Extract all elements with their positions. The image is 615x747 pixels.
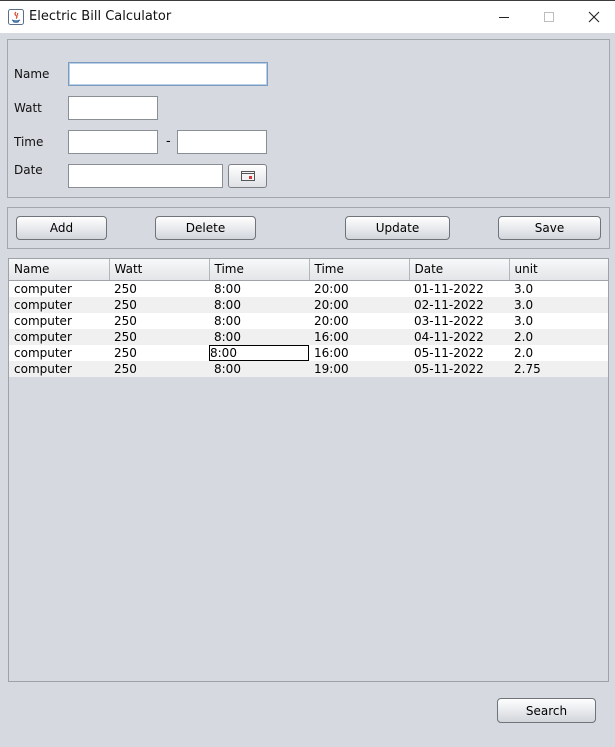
update-button[interactable]: Update bbox=[345, 216, 450, 240]
column-header-watt[interactable]: Watt bbox=[109, 259, 210, 281]
table-cell[interactable]: 20:00 bbox=[309, 280, 409, 297]
date-picker-button[interactable] bbox=[228, 164, 267, 188]
table-row[interactable]: computer 250 8:00 16:00 04-11-2022 2.0 bbox=[9, 328, 608, 345]
save-button[interactable]: Save bbox=[498, 216, 601, 240]
table-cell[interactable]: 3.0 bbox=[509, 280, 608, 297]
table-cell[interactable]: 8:00 bbox=[209, 328, 309, 345]
column-header-date[interactable]: Date bbox=[409, 259, 510, 281]
records-table[interactable]: Name Watt Time Time Date unit computer 2… bbox=[9, 259, 608, 377]
close-button[interactable] bbox=[571, 1, 615, 33]
records-table-scrollpane[interactable]: Name Watt Time Time Date unit computer 2… bbox=[8, 258, 609, 682]
column-header-name[interactable]: Name bbox=[9, 259, 110, 281]
table-cell[interactable]: 250 bbox=[109, 360, 209, 377]
table-cell[interactable]: 20:00 bbox=[309, 296, 409, 313]
table-cell[interactable]: 8:00 bbox=[209, 312, 309, 329]
table-cell[interactable]: 8:00 bbox=[209, 296, 309, 313]
column-header-time-start[interactable]: Time bbox=[209, 259, 310, 281]
time-end-input[interactable] bbox=[177, 130, 267, 154]
date-input[interactable] bbox=[68, 164, 223, 188]
table-cell[interactable]: 05-11-2022 bbox=[409, 344, 509, 361]
table-cell[interactable]: 02-11-2022 bbox=[409, 296, 509, 313]
table-cell[interactable]: computer bbox=[9, 280, 109, 297]
name-label: Name bbox=[14, 67, 50, 81]
table-cell[interactable]: 03-11-2022 bbox=[409, 312, 509, 329]
time-separator: - bbox=[166, 134, 171, 149]
table-cell[interactable]: 8:00 bbox=[209, 280, 309, 297]
table-cell[interactable]: 250 bbox=[109, 344, 209, 361]
table-cell[interactable]: computer bbox=[9, 312, 109, 329]
table-cell[interactable]: 01-11-2022 bbox=[409, 280, 509, 297]
table-cell[interactable]: 8:00 bbox=[209, 360, 309, 377]
maximize-icon bbox=[543, 12, 554, 22]
table-cell[interactable]: 16:00 bbox=[309, 328, 409, 345]
table-cell[interactable]: 2.0 bbox=[509, 328, 608, 345]
date-label: Date bbox=[14, 163, 43, 177]
table-row[interactable]: computer 250 8:00 20:00 01-11-2022 3.0 bbox=[9, 280, 608, 297]
table-cell[interactable]: computer bbox=[9, 360, 109, 377]
name-input[interactable] bbox=[68, 62, 268, 86]
watt-input[interactable] bbox=[68, 96, 158, 120]
table-header-row: Name Watt Time Time Date unit bbox=[9, 259, 608, 281]
table-cell[interactable]: computer bbox=[9, 328, 109, 345]
close-icon bbox=[588, 11, 599, 23]
table-cell[interactable]: 04-11-2022 bbox=[409, 328, 509, 345]
time-label: Time bbox=[14, 135, 44, 149]
title-bar: Electric Bill Calculator bbox=[0, 0, 615, 33]
maximize-button[interactable] bbox=[526, 1, 571, 33]
watt-label: Watt bbox=[14, 101, 42, 115]
table-cell-editing[interactable]: 8:00 bbox=[209, 344, 309, 361]
add-button[interactable]: Add bbox=[16, 216, 107, 240]
calendar-icon bbox=[240, 171, 255, 181]
table-cell[interactable]: 250 bbox=[109, 328, 209, 345]
window-title: Electric Bill Calculator bbox=[29, 9, 172, 24]
table-cell[interactable]: 2.0 bbox=[509, 344, 608, 361]
delete-button[interactable]: Delete bbox=[155, 216, 256, 240]
column-header-time-end[interactable]: Time bbox=[309, 259, 410, 281]
table-cell[interactable]: 05-11-2022 bbox=[409, 360, 509, 377]
table-cell[interactable]: 3.0 bbox=[509, 312, 608, 329]
table-cell[interactable]: 250 bbox=[109, 280, 209, 297]
table-cell[interactable]: 19:00 bbox=[309, 360, 409, 377]
search-button[interactable]: Search bbox=[497, 698, 596, 723]
input-form-panel: Name Watt Time - Date bbox=[7, 39, 610, 198]
time-start-input[interactable] bbox=[68, 130, 158, 154]
table-cell[interactable]: 2.75 bbox=[509, 360, 608, 377]
java-icon bbox=[8, 9, 24, 25]
minimize-button[interactable] bbox=[481, 1, 526, 33]
column-header-unit[interactable]: unit bbox=[509, 259, 608, 281]
table-cell[interactable]: computer bbox=[9, 296, 109, 313]
table-row[interactable]: computer 250 8:00 19:00 05-11-2022 2.75 bbox=[9, 360, 608, 377]
table-row[interactable]: computer 250 8:00 20:00 02-11-2022 3.0 bbox=[9, 296, 608, 313]
table-cell[interactable]: 250 bbox=[109, 312, 209, 329]
table-row[interactable]: computer 250 8:00 20:00 03-11-2022 3.0 bbox=[9, 312, 608, 329]
table-cell[interactable]: computer bbox=[9, 344, 109, 361]
minimize-icon bbox=[498, 17, 509, 18]
table-cell[interactable]: 16:00 bbox=[309, 344, 409, 361]
table-row[interactable]: computer 250 8:00 16:00 05-11-2022 2.0 bbox=[9, 344, 608, 361]
table-cell[interactable]: 20:00 bbox=[309, 312, 409, 329]
table-cell[interactable]: 250 bbox=[109, 296, 209, 313]
table-cell[interactable]: 3.0 bbox=[509, 296, 608, 313]
